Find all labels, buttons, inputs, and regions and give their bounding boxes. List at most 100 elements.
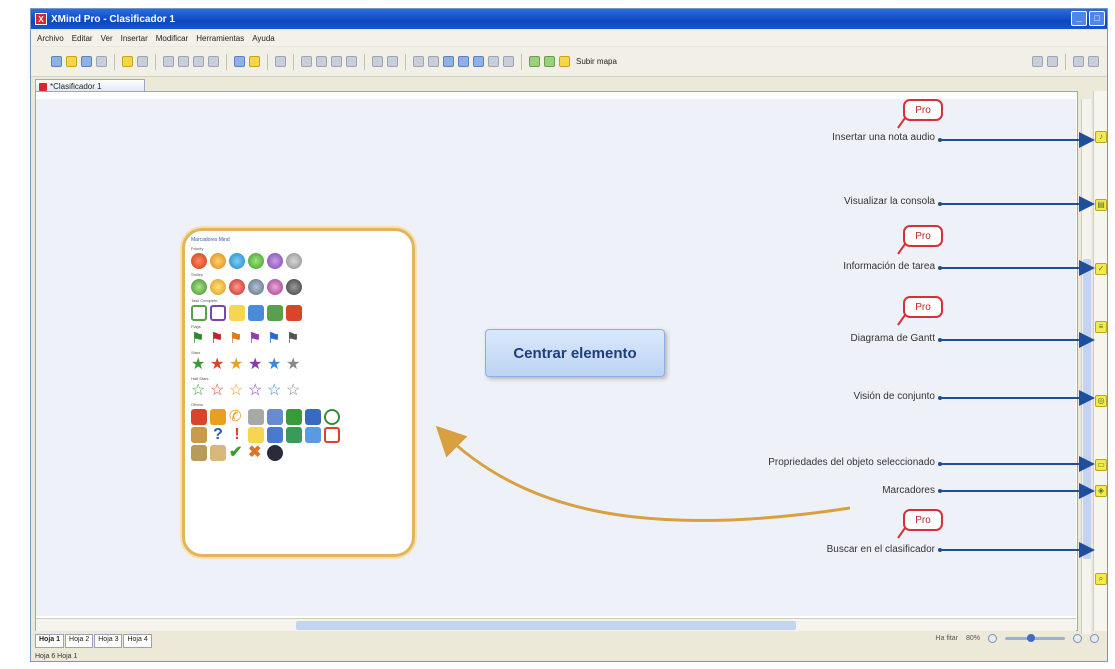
halfstar-red-icon[interactable]: ☆ <box>210 383 226 399</box>
lock-icon[interactable] <box>191 445 207 461</box>
zoom-reset-icon[interactable] <box>1090 634 1099 643</box>
smiley-sad-icon[interactable] <box>248 279 264 295</box>
audio-note-icon[interactable]: ♪ <box>1095 131 1107 143</box>
new-icon[interactable] <box>51 56 62 67</box>
zoom-slider[interactable] <box>1005 634 1065 642</box>
star-purple-icon[interactable]: ★ <box>248 357 264 373</box>
people-icon[interactable] <box>305 409 321 425</box>
task-done-icon[interactable] <box>267 305 283 321</box>
topic-icon[interactable] <box>234 56 245 67</box>
pen-icon[interactable] <box>305 427 321 443</box>
menu-ayuda[interactable]: Ayuda <box>252 34 275 43</box>
zoom-in-icon[interactable] <box>1073 634 1082 643</box>
minimize-button[interactable]: _ <box>1071 11 1087 26</box>
notes-icon[interactable] <box>387 56 398 67</box>
calendar-icon[interactable] <box>191 409 207 425</box>
star-red-icon[interactable]: ★ <box>210 357 226 373</box>
task-75-icon[interactable] <box>248 305 264 321</box>
check-icon[interactable]: ✔ <box>229 445 245 461</box>
view-icon[interactable] <box>1088 56 1099 67</box>
menu-insertar[interactable]: Insertar <box>121 34 148 43</box>
sheet-tab-2[interactable]: Hoja 2 <box>65 634 94 648</box>
pin-icon[interactable] <box>1032 56 1043 67</box>
halfstar-blue-icon[interactable]: ☆ <box>267 383 283 399</box>
priority-1-icon[interactable] <box>191 253 207 269</box>
task-0-icon[interactable] <box>191 305 207 321</box>
hyperlink-icon[interactable] <box>372 56 383 67</box>
menu-herramientas[interactable]: Herramientas <box>196 34 244 43</box>
console-icon[interactable]: ▤ <box>1095 199 1107 211</box>
halfstar-purple-icon[interactable]: ☆ <box>248 383 264 399</box>
exclamation-icon[interactable]: ! <box>229 427 245 443</box>
priority-5-icon[interactable] <box>267 253 283 269</box>
task-pause-icon[interactable] <box>286 305 302 321</box>
undo-icon[interactable] <box>122 56 133 67</box>
pin2-icon[interactable] <box>1073 56 1084 67</box>
priority-6-icon[interactable] <box>286 253 302 269</box>
cross-icon[interactable]: ✖ <box>248 445 264 461</box>
telephone-icon[interactable] <box>248 409 264 425</box>
fit-label[interactable]: Ha fitar <box>935 635 958 642</box>
print-icon[interactable] <box>96 56 107 67</box>
email-icon[interactable] <box>210 409 226 425</box>
arrow-up-icon[interactable] <box>544 56 555 67</box>
drillup-icon[interactable] <box>503 56 514 67</box>
sheet-tab-3[interactable]: Hoja 3 <box>94 634 123 648</box>
halfstar-green-icon[interactable]: ☆ <box>191 383 207 399</box>
delete-icon[interactable] <box>208 56 219 67</box>
person-icon[interactable] <box>267 409 283 425</box>
hourglass-icon[interactable] <box>191 427 207 443</box>
star-orange-icon[interactable]: ★ <box>229 357 245 373</box>
layout-icon[interactable] <box>458 56 469 67</box>
priority-2-icon[interactable] <box>210 253 226 269</box>
flag-gray-icon[interactable]: ⚑ <box>286 331 302 347</box>
phone-icon[interactable]: ✆ <box>229 409 245 425</box>
star-blue-icon[interactable]: ★ <box>267 357 283 373</box>
redo-icon[interactable] <box>137 56 148 67</box>
smiley-bomb-icon[interactable] <box>286 279 302 295</box>
relationship-icon[interactable] <box>301 56 312 67</box>
paste-icon[interactable] <box>193 56 204 67</box>
task-info-icon[interactable]: ✓ <box>1095 263 1107 275</box>
label-icon[interactable] <box>428 56 439 67</box>
subtopic-icon[interactable] <box>249 56 260 67</box>
save-icon[interactable] <box>81 56 92 67</box>
flag-red-icon[interactable]: ⚑ <box>210 331 226 347</box>
maximize-button[interactable]: □ <box>1089 11 1105 26</box>
overview-icon[interactable]: ◎ <box>1095 395 1107 407</box>
task-50-icon[interactable] <box>229 305 245 321</box>
drilldown-icon[interactable] <box>488 56 499 67</box>
idea-icon[interactable] <box>248 427 264 443</box>
unlock-icon[interactable] <box>210 445 226 461</box>
marker-icon[interactable] <box>331 56 342 67</box>
sheet-tab-1[interactable]: Hoja 1 <box>35 634 65 648</box>
smiley-laugh-icon[interactable] <box>210 279 226 295</box>
markers-icon[interactable]: ◈ <box>1095 485 1107 497</box>
smiley-angry-icon[interactable] <box>229 279 245 295</box>
bomb-icon[interactable] <box>267 445 283 461</box>
star-gray-icon[interactable]: ★ <box>286 357 302 373</box>
horizontal-scrollbar[interactable] <box>36 618 1076 631</box>
image-icon[interactable] <box>346 56 357 67</box>
open-icon[interactable] <box>66 56 77 67</box>
halfstar-orange-icon[interactable]: ☆ <box>229 383 245 399</box>
boundary-icon[interactable] <box>275 56 286 67</box>
zoom-out-icon[interactable] <box>988 634 997 643</box>
flag-purple-icon[interactable]: ⚑ <box>248 331 264 347</box>
star-green-icon[interactable]: ★ <box>191 357 207 373</box>
map-icon[interactable] <box>286 427 302 443</box>
flag-green-icon[interactable]: ⚑ <box>191 331 207 347</box>
menu-ver[interactable]: Ver <box>101 34 113 43</box>
menu-modificar[interactable]: Modificar <box>156 34 188 43</box>
gantt-icon[interactable]: ≡ <box>1095 321 1107 333</box>
upload-map-button[interactable]: Subir mapa <box>576 57 617 66</box>
priority-4-icon[interactable] <box>248 253 264 269</box>
attachment-icon[interactable] <box>413 56 424 67</box>
style-icon[interactable] <box>443 56 454 67</box>
task-25-icon[interactable] <box>210 305 226 321</box>
flag-orange-icon[interactable]: ⚑ <box>229 331 245 347</box>
summary-icon[interactable] <box>316 56 327 67</box>
structure-icon[interactable] <box>473 56 484 67</box>
menu-archivo[interactable]: Archivo <box>37 34 64 43</box>
question-icon[interactable]: ? <box>210 427 226 443</box>
